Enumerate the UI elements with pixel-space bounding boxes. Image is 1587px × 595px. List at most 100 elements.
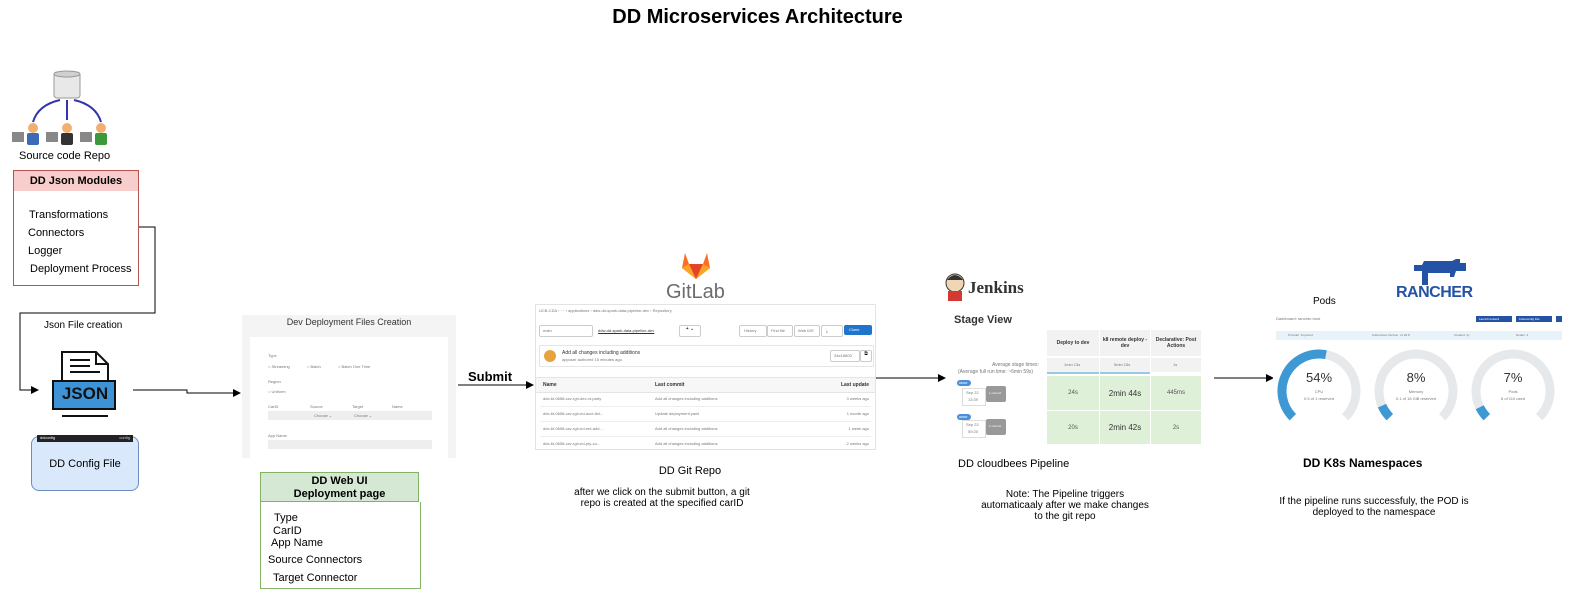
run2-stage-post-actions[interactable]: 2s [1151, 411, 1201, 444]
config-file-label: DD Config File [49, 457, 121, 470]
gitlab-web-ide-button[interactable]: Web IDE [794, 325, 820, 337]
form-type-option-batch-one-time[interactable]: ○ Batch One Time [338, 364, 370, 369]
gitlab-clone-button[interactable]: Clone [844, 325, 872, 335]
run1-stage-deploy-dev[interactable]: 24s [1047, 376, 1099, 410]
gauge-subtext: 8 of 110 used [1501, 396, 1525, 401]
form-app-name-label: App Name [268, 433, 287, 438]
gauge-fill [1475, 405, 1491, 421]
rancher-dashboard: Dashboard: rancher-host Launch kubectl K… [1273, 312, 1563, 442]
gauge-subtext: 0.5 of 1 reserved [1303, 396, 1335, 401]
avg-time-post-actions: 1s [1151, 358, 1201, 372]
config-bar-left-text: ddconfig [40, 435, 56, 440]
module-item-connectors: Connectors [28, 227, 85, 239]
gauge-name: Pods [1508, 389, 1518, 394]
form-col-carid: CarID [268, 404, 279, 409]
commit-hash[interactable]: 34e18800 [830, 350, 860, 362]
table-row[interactable]: ddx-bt-0658-csv-rgh-ed-ent-add... Add al… [540, 422, 871, 437]
form-type-option-batch[interactable]: ○ Batch [307, 364, 321, 369]
git-repo-note: after we click on the submit button, a g… [574, 487, 750, 509]
gitlab-history-button[interactable]: History [739, 325, 767, 337]
gauge-track [1374, 349, 1458, 421]
json-file-creation-label: Json File creation [44, 320, 123, 331]
config-bar-right-text: config [119, 435, 130, 440]
form-col-source: Source [310, 404, 323, 409]
dev-deployment-title: Dev Deployment Files Creation [286, 317, 412, 327]
form-region-label: Region [268, 379, 281, 384]
copy-hash-icon[interactable]: ⧉ [860, 350, 872, 362]
rancher-info-bar: Provider: Imported Kubernetes Version: v… [1276, 331, 1562, 340]
config-file-bar: ddconfig config [37, 435, 133, 442]
form-columns-input-row[interactable] [268, 411, 432, 420]
source-repo-icon [12, 70, 107, 145]
run-commit-badge[interactable]: 1 commit [986, 419, 1006, 435]
rancher-dashboard-title: Dashboard: rancher-host [1276, 316, 1321, 321]
gitlab-table-header: Name Last commit Last update [536, 377, 875, 393]
gitlab-branch-select[interactable]: main [539, 325, 593, 337]
kubeconfig-file-button[interactable]: Kubeconfig File [1516, 316, 1552, 322]
gitlab-add-button[interactable]: + ⌄ [679, 325, 701, 337]
form-source-select[interactable]: Choose ⌄ [314, 413, 332, 418]
dev-deployment-form: Type ○ Streaming ○ Batch ○ Batch One Tim… [250, 337, 448, 458]
more-menu-icon[interactable] [1556, 316, 1562, 322]
gauge-fill [1377, 403, 1394, 421]
gauge-fill [1277, 349, 1327, 421]
stage-view-label: Stage View [954, 314, 1012, 326]
run1-stage-post-actions[interactable]: 445ms [1151, 376, 1201, 410]
config-file-box: DD Config File [31, 436, 139, 491]
form-target-select[interactable]: Choose ⌄ [354, 413, 372, 418]
form-type-label: Type [268, 353, 277, 358]
form-type-option-streaming[interactable]: ○ Streaming [268, 364, 290, 369]
gitlab-download-button[interactable]: ⤓ [821, 325, 843, 337]
jenkins-logo-icon [945, 273, 965, 301]
web-ui-header-line1: DD Web UI [311, 475, 368, 487]
jenkins-logo-text: Jenkins [968, 278, 1024, 297]
commit-title[interactable]: Add all changes including additions [562, 350, 640, 356]
web-ui-item-source-connectors: Source Connectors [268, 554, 363, 566]
gauge-subtext: 0.1 of 16 GiB reserved [1395, 396, 1437, 401]
gitlab-find-file-button[interactable]: Find file [767, 325, 793, 337]
web-ui-item-target-connector: Target Connector [273, 572, 358, 584]
run-badge[interactable]: ##### [957, 380, 971, 386]
gauge-cpu: 54% CPU 0.5 of 1 reserved [1276, 348, 1362, 434]
table-row[interactable]: ddx-bt-0658-csv-rgh-dev-vt-party Add all… [540, 392, 871, 407]
gauge-pods: 7% Pods 8 of 110 used [1470, 348, 1556, 434]
web-ui-body: Type CarID App Name Source Connectors Ta… [260, 502, 421, 589]
col-last-update: Last update [840, 382, 869, 388]
web-ui-item-app-name: App Name [271, 537, 323, 549]
run1-stage-k8-remote[interactable]: 2min 44s [1100, 376, 1150, 410]
json-modules-header: DD Json Modules [13, 170, 139, 192]
launch-kubectl-button[interactable]: Launch kubectl [1476, 316, 1512, 322]
run-date-box[interactable]: Sep 22 09:20 [962, 420, 986, 438]
json-to-webui-arrow [133, 389, 241, 397]
run-date-box[interactable]: Sep 22 13:39 [962, 388, 986, 406]
dev-deployment-screenshot: Dev Deployment Files Creation Type ○ Str… [242, 315, 456, 458]
gitlab-repo-path[interactable]: ddw-dd-spark-data-pipeline-dev [598, 328, 654, 333]
jenkins-stage-view: Deploy to dev k8 remote deploy - dev Dec… [954, 330, 1202, 444]
stage-header-k8-remote: k8 remote deploy - dev [1100, 330, 1151, 356]
web-ui-header-line2: Deployment page [293, 488, 386, 500]
gauge-value: 8% [1406, 370, 1426, 385]
gauge-track [1471, 349, 1555, 421]
jenkins-caption: DD cloudbees Pipeline [958, 458, 1070, 470]
pods-label: Pods [1313, 296, 1336, 307]
gitlab-last-commit-box: Add all changes including additions appu… [539, 345, 874, 367]
stage-header-deploy-dev: Deploy to dev [1047, 330, 1100, 356]
rancher-logo-icon [1414, 259, 1466, 285]
run2-stage-deploy-dev[interactable]: 20s [1047, 411, 1099, 444]
gitlab-repo-screenshot: UCB-CDA › ··· › applications › ddw-dd-sp… [535, 304, 876, 450]
gitlab-logo-text: GitLab [666, 281, 725, 303]
gitlab-breadcrumb[interactable]: UCB-CDA › ··· › applications › ddw-dd-sp… [539, 308, 672, 313]
avg-time-deploy-dev: 1min 13s [1047, 358, 1099, 372]
avg-run-time-label: (Average full run time: ~6min 59s) [958, 369, 1034, 375]
form-col-target: Target [352, 404, 364, 409]
run-commit-badge[interactable]: 1 commit [986, 386, 1006, 402]
module-item-logger: Logger [28, 245, 63, 257]
avg-time-k8-remote: 5min 15s [1100, 358, 1150, 372]
form-app-name-input[interactable] [268, 440, 432, 449]
avg-stage-times-label: Average stage times: [992, 362, 1039, 368]
run2-stage-k8-remote[interactable]: 2min 42s [1100, 411, 1150, 444]
gauge-name: CPU [1314, 389, 1324, 394]
form-region-option[interactable]: ○ Uniform [268, 389, 286, 394]
table-row[interactable]: ddx-bt-0658-csv-rgh-ed-pty-co... Add all… [540, 437, 871, 449]
table-row[interactable]: ddx-bt-0658-csv-rgh-ed-acct-8xt... Updat… [540, 407, 871, 422]
